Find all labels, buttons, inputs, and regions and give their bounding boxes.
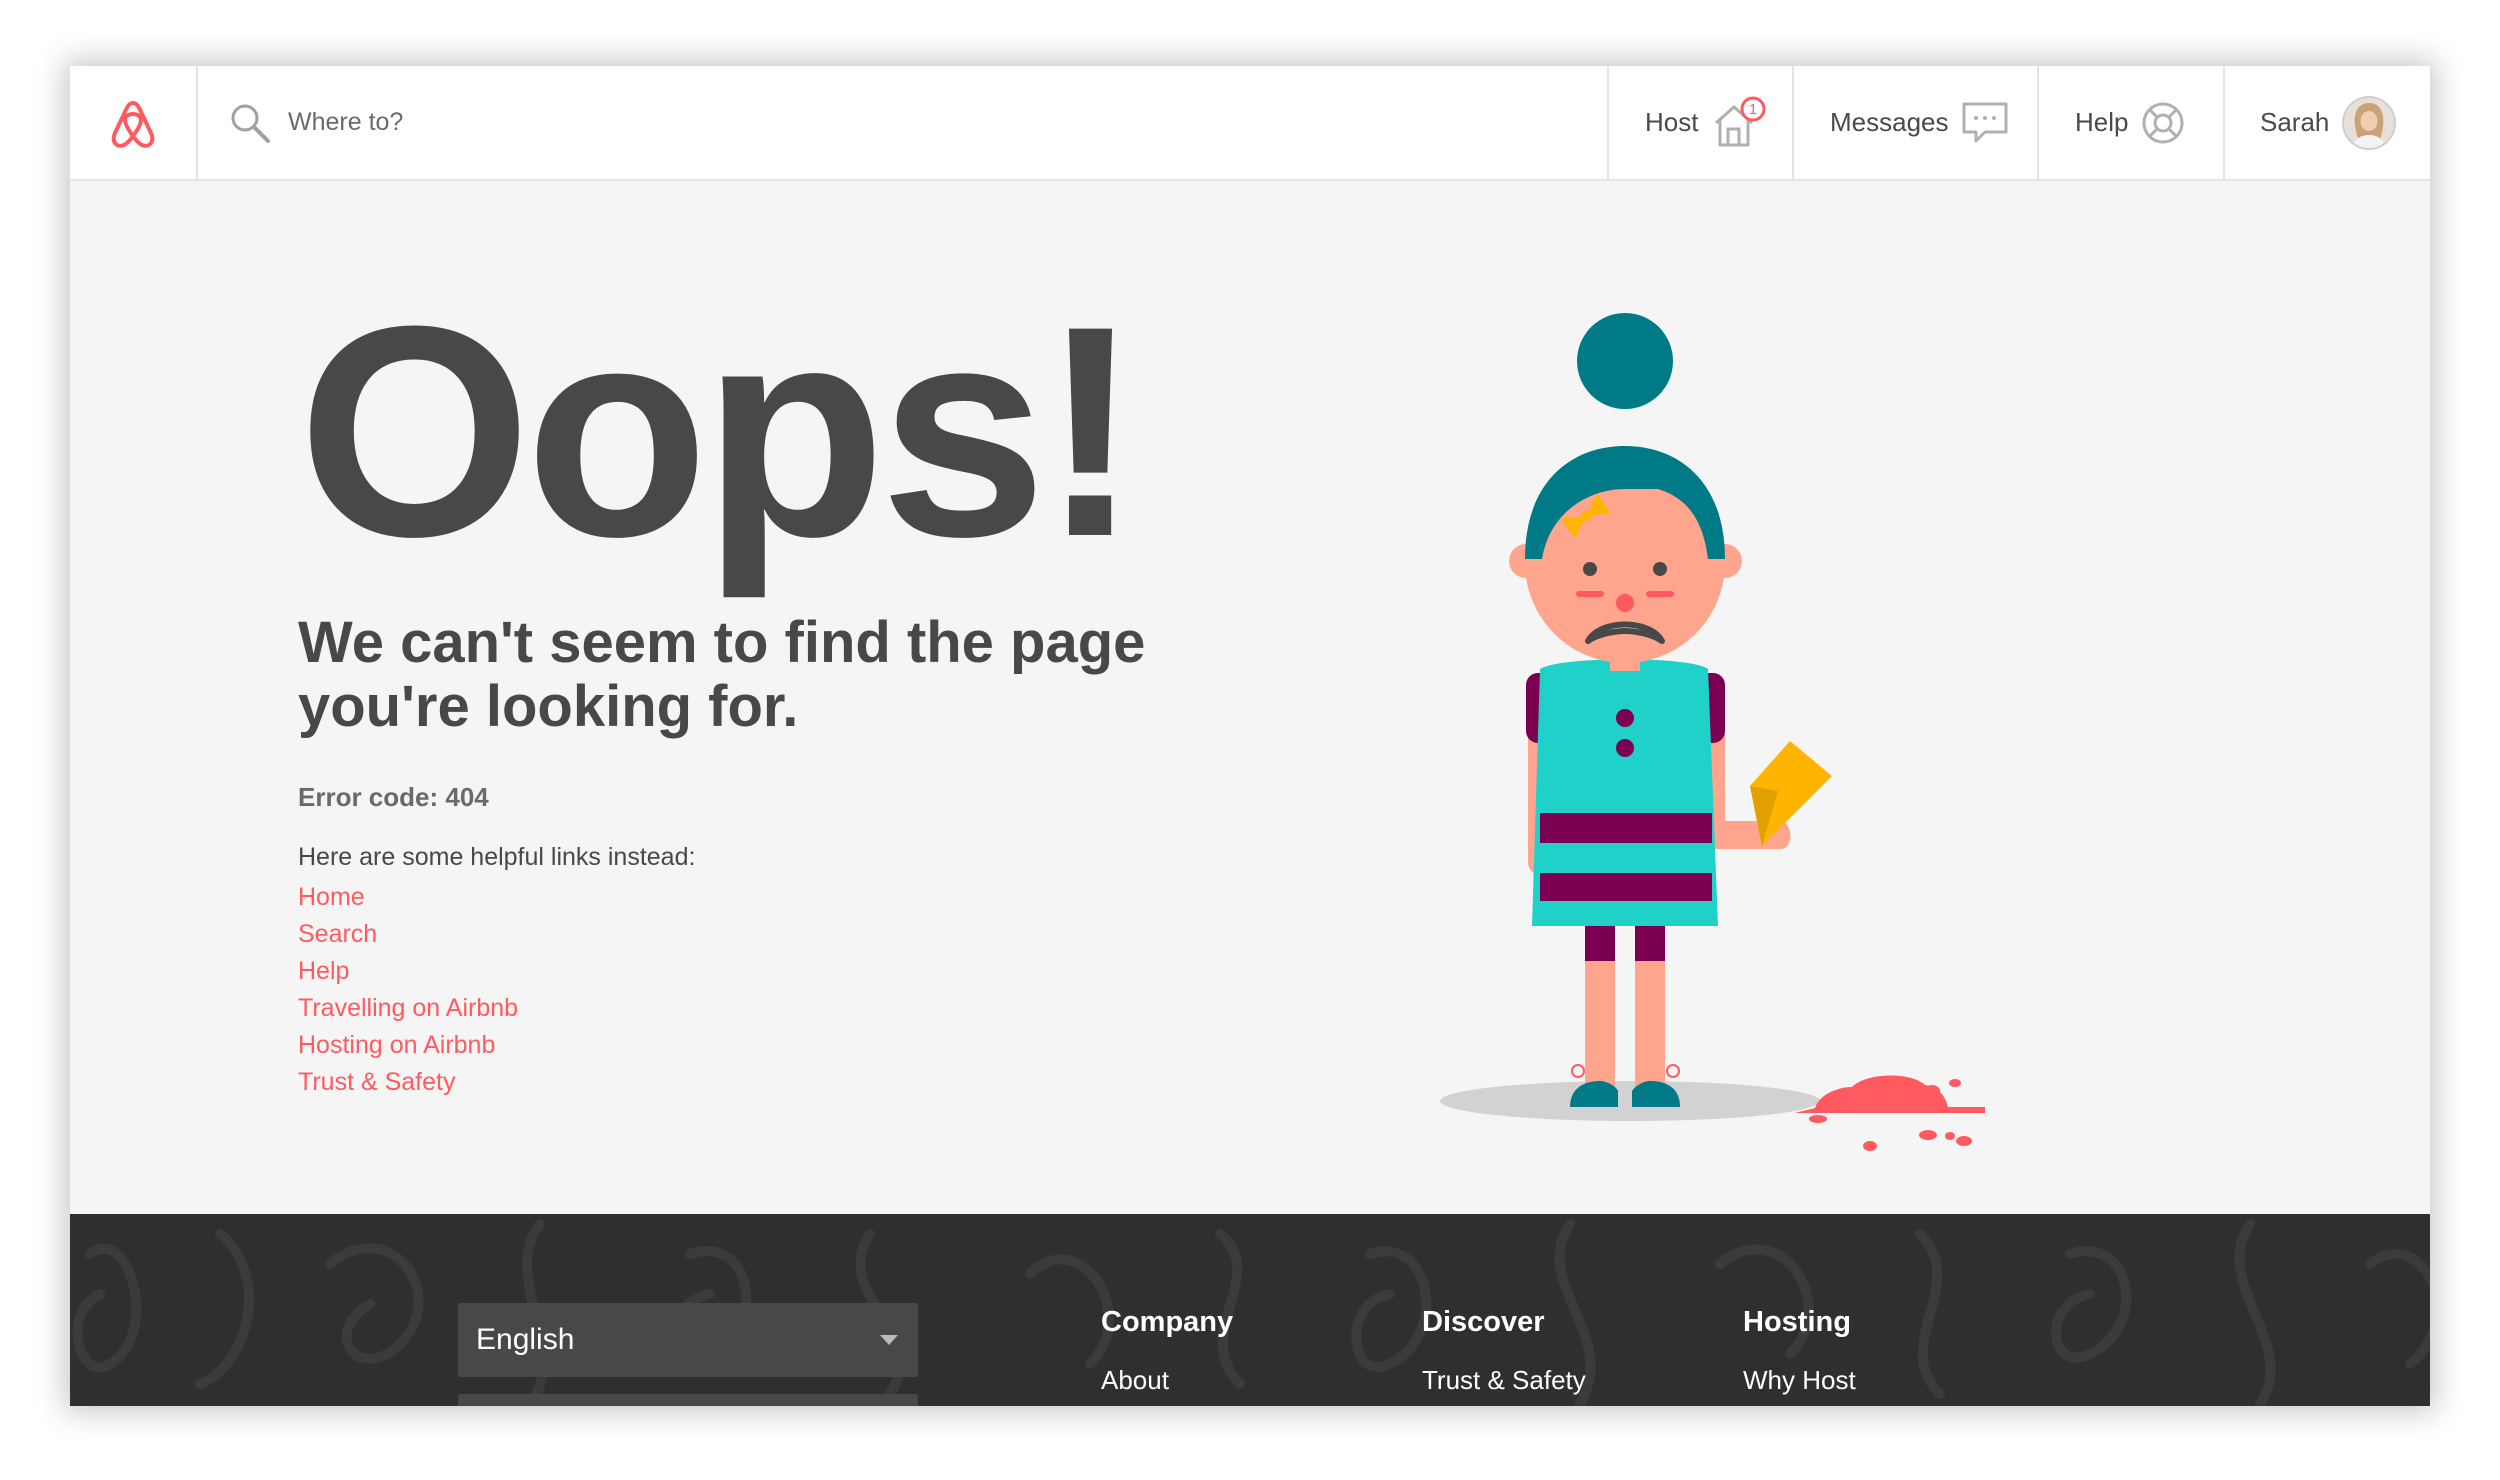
- footer-column-hosting: Hosting Why Host: [1743, 1306, 1856, 1396]
- link-help[interactable]: Help: [298, 953, 518, 990]
- footer-link-about[interactable]: About: [1101, 1365, 1169, 1395]
- footer-column-company: Company About: [1101, 1306, 1233, 1396]
- nav-host-label: Host: [1645, 107, 1699, 137]
- link-search[interactable]: Search: [298, 916, 518, 953]
- link-home[interactable]: Home: [298, 879, 518, 916]
- airbnb-logo-icon: [111, 100, 155, 148]
- language-select[interactable]: English: [458, 1303, 918, 1377]
- nav-user-menu[interactable]: Sarah: [2225, 66, 2430, 179]
- error-code: Error code: 404: [298, 782, 489, 812]
- page-subtitle: We can't seem to find the page you're lo…: [298, 610, 1146, 739]
- sad-girl-illustration: [1440, 313, 1985, 1151]
- site-footer: English Company About Discover Trust & S…: [70, 1214, 2430, 1406]
- helpful-links-list: Home Search Help Travelling on Airbnb Ho…: [298, 879, 518, 1101]
- currency-select[interactable]: [458, 1394, 918, 1406]
- footer-link-why-host[interactable]: Why Host: [1743, 1365, 1856, 1395]
- nav-help[interactable]: Help: [2039, 66, 2225, 179]
- search-icon: [231, 104, 270, 143]
- footer-column-discover: Discover Trust & Safety: [1422, 1306, 1586, 1396]
- ground-shadow: [1440, 1081, 1820, 1121]
- browser-window: Host 1 Messages Help: [70, 66, 2430, 1406]
- host-badge-count: 1: [1749, 101, 1757, 118]
- airbnb-logo-link[interactable]: [70, 66, 198, 179]
- melted-ice-cream-puddle: [1795, 1075, 1985, 1151]
- footer-heading-company: Company: [1101, 1306, 1234, 1338]
- nav-messages[interactable]: Messages: [1794, 66, 2039, 179]
- nav-user-name: Sarah: [2260, 107, 2330, 137]
- search-bar[interactable]: [198, 66, 1609, 179]
- link-trust-safety[interactable]: Trust & Safety: [298, 1064, 518, 1101]
- nav-host[interactable]: Host 1: [1609, 66, 1794, 179]
- link-travelling[interactable]: Travelling on Airbnb: [298, 990, 518, 1027]
- helpful-links-intro: Here are some helpful links instead:: [298, 843, 696, 871]
- avatar[interactable]: [2341, 95, 2397, 151]
- footer-background-pattern: [72, 1219, 2430, 1406]
- page-title: Oops!: [298, 263, 1141, 599]
- chat-bubble-icon: [1962, 102, 2007, 142]
- search-input[interactable]: [288, 108, 988, 137]
- top-header: Host 1 Messages Help: [70, 66, 2430, 181]
- house-icon: 1: [1715, 96, 1766, 146]
- link-hosting[interactable]: Hosting on Airbnb: [298, 1027, 518, 1064]
- language-select-value: English: [476, 1323, 575, 1356]
- nav-help-label: Help: [2075, 107, 2129, 137]
- footer-heading-discover: Discover: [1422, 1306, 1545, 1338]
- lifebuoy-icon: [2142, 102, 2184, 143]
- chevron-down-icon: [880, 1335, 898, 1345]
- footer-link-trust-safety[interactable]: Trust & Safety: [1422, 1365, 1586, 1395]
- nav-messages-label: Messages: [1830, 107, 1949, 137]
- footer-heading-hosting: Hosting: [1743, 1306, 1851, 1338]
